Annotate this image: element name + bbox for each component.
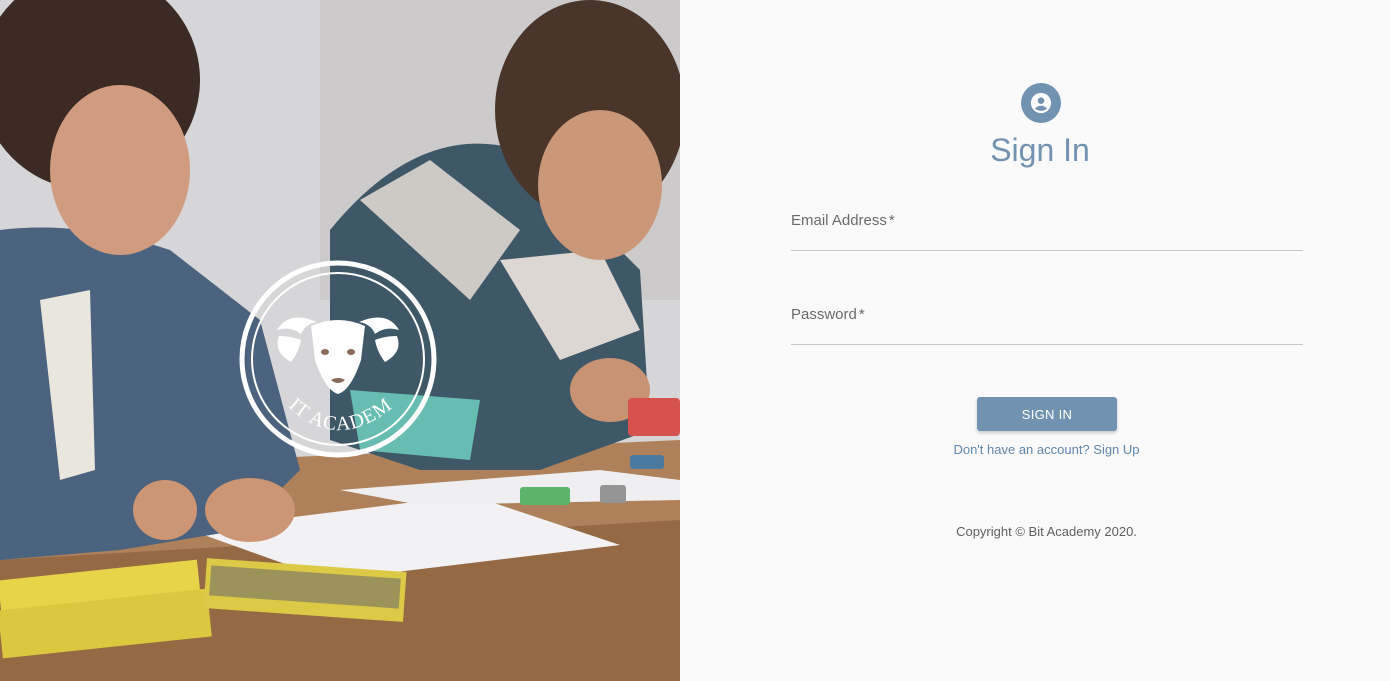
password-input[interactable] [791,318,1307,344]
email-input[interactable] [791,224,1307,250]
sign-in-panel: Sign In Email Address * Password * SIGN IN… [680,0,1390,681]
sign-up-link[interactable]: Don't have an account? Sign Up [680,442,1390,457]
account-circle-icon [1021,83,1061,123]
sign-in-page: BIT ACADEMY Sign In Email Address* Passw… [0,0,1390,681]
page-title: Sign In [990,132,1090,168]
bit-academy-logo: BIT ACADEMY [239,252,437,458]
email-field[interactable]: Email Address * [791,206,1307,251]
sign-in-button[interactable]: SIGN IN [977,397,1117,431]
password-field[interactable]: Password * [791,300,1307,345]
copyright-text: Copyright © Bit Academy 2020. [956,524,1137,539]
hero-image: BIT ACADEMY [0,0,680,681]
